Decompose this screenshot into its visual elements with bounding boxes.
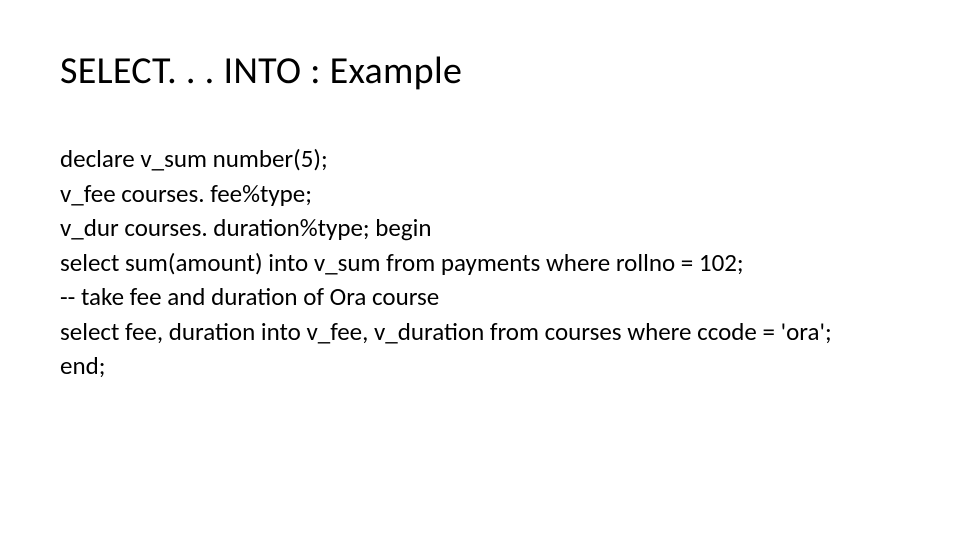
code-line-5: -- take fee and duration of Ora course	[60, 280, 900, 315]
code-line-3: v_dur courses. duration%type; begin	[60, 211, 900, 246]
code-line-7: end;	[60, 349, 900, 384]
slide-title: SELECT. . . INTO : Example	[60, 48, 900, 94]
code-line-4: select sum(amount) into v_sum from payme…	[60, 246, 900, 281]
code-line-2: v_fee courses. fee%type;	[60, 177, 900, 212]
code-line-1: declare v_sum number(5);	[60, 142, 900, 177]
code-line-6: select fee, duration into v_fee, v_durat…	[60, 315, 900, 350]
code-example: declare v_sum number(5); v_fee courses. …	[60, 142, 900, 384]
